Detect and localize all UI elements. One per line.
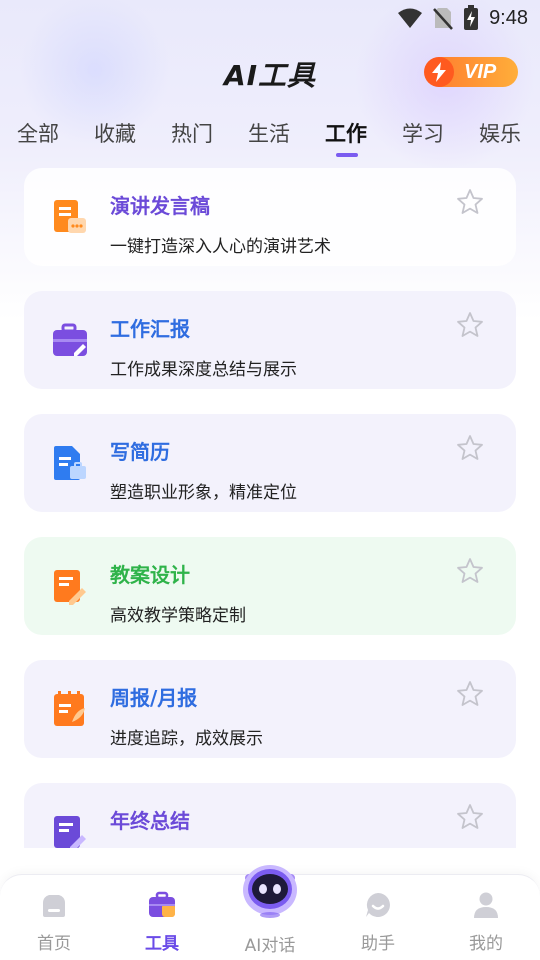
star-icon[interactable] <box>456 434 484 462</box>
category-tabs: 全部 收藏 热门 生活 工作 学习 娱乐 <box>0 118 540 162</box>
tab-work[interactable]: 工作 <box>325 118 367 148</box>
tool-card-list: 演讲发言稿 一键打造深入人心的演讲艺术 工作汇报 工作成果深度总结与展示 写简历… <box>0 168 540 848</box>
robot-icon[interactable] <box>237 860 303 920</box>
lesson-plan-icon <box>54 570 86 605</box>
lightning-icon <box>424 57 454 87</box>
report-icon <box>54 691 85 726</box>
wifi-icon <box>398 8 423 28</box>
summary-document-icon <box>54 816 86 848</box>
tool-card-lesson-plan[interactable]: 教案设计 高效教学策略定制 <box>24 537 516 635</box>
card-title: 周报/月报 <box>110 686 198 710</box>
tool-card-work-report[interactable]: 工作汇报 工作成果深度总结与展示 <box>24 291 516 389</box>
tab-favorites[interactable]: 收藏 <box>94 118 136 148</box>
tab-study[interactable]: 学习 <box>402 118 444 148</box>
nav-home[interactable]: 首页 <box>9 875 99 960</box>
status-bar: 9:48 <box>0 0 540 36</box>
star-icon[interactable] <box>456 311 484 339</box>
nav-label: 工具 <box>145 934 179 954</box>
vip-button[interactable]: VIP <box>424 57 518 87</box>
no-sim-icon <box>433 8 453 30</box>
nav-label: 助手 <box>361 934 395 954</box>
card-title: 工作汇报 <box>110 317 190 341</box>
nav-assistant[interactable]: 助手 <box>333 875 423 960</box>
header: AI工具 VIP <box>0 48 540 98</box>
nav-label: 我的 <box>469 934 503 954</box>
active-tab-indicator <box>336 153 358 157</box>
nav-profile[interactable]: 我的 <box>441 875 531 960</box>
star-icon[interactable] <box>456 188 484 216</box>
tab-hot[interactable]: 热门 <box>171 118 213 148</box>
tool-card-year-end-summary[interactable]: 年终总结 <box>24 783 516 848</box>
tab-entertainment[interactable]: 娱乐 <box>479 118 521 148</box>
briefcase-edit-icon <box>53 323 87 356</box>
nav-label: 首页 <box>37 934 71 954</box>
status-time: 9:48 <box>489 6 528 29</box>
status-icons: 9:48 <box>397 5 528 30</box>
nav-label: AI对话 <box>244 936 296 956</box>
card-description: 进度追踪，成效展示 <box>110 729 263 749</box>
card-title: 写简历 <box>110 440 170 464</box>
chat-bubble-icon <box>366 893 390 917</box>
resume-document-icon <box>54 446 86 480</box>
tool-card-resume[interactable]: 写简历 塑造职业形象，精准定位 <box>24 414 516 512</box>
star-icon[interactable] <box>456 557 484 585</box>
vip-label: VIP <box>464 60 497 83</box>
speech-document-icon <box>54 200 86 233</box>
toolbox-icon <box>149 891 175 917</box>
card-description: 工作成果深度总结与展示 <box>110 360 297 380</box>
tab-all[interactable]: 全部 <box>17 118 59 148</box>
card-title: 演讲发言稿 <box>110 194 210 218</box>
card-description: 塑造职业形象，精准定位 <box>110 483 297 503</box>
card-description: 高效教学策略定制 <box>110 606 246 626</box>
home-icon <box>43 895 65 917</box>
star-icon[interactable] <box>456 680 484 708</box>
nav-tools[interactable]: 工具 <box>117 875 207 960</box>
battery-charging-icon <box>464 5 479 30</box>
tab-life[interactable]: 生活 <box>248 118 290 148</box>
user-icon <box>474 892 498 918</box>
card-title: 教案设计 <box>110 563 190 587</box>
star-icon[interactable] <box>456 803 484 831</box>
tool-card-weekly-report[interactable]: 周报/月报 进度追踪，成效展示 <box>24 660 516 758</box>
card-title: 年终总结 <box>110 809 190 833</box>
tool-card-speech[interactable]: 演讲发言稿 一键打造深入人心的演讲艺术 <box>24 168 516 266</box>
card-description: 一键打造深入人心的演讲艺术 <box>110 237 331 257</box>
